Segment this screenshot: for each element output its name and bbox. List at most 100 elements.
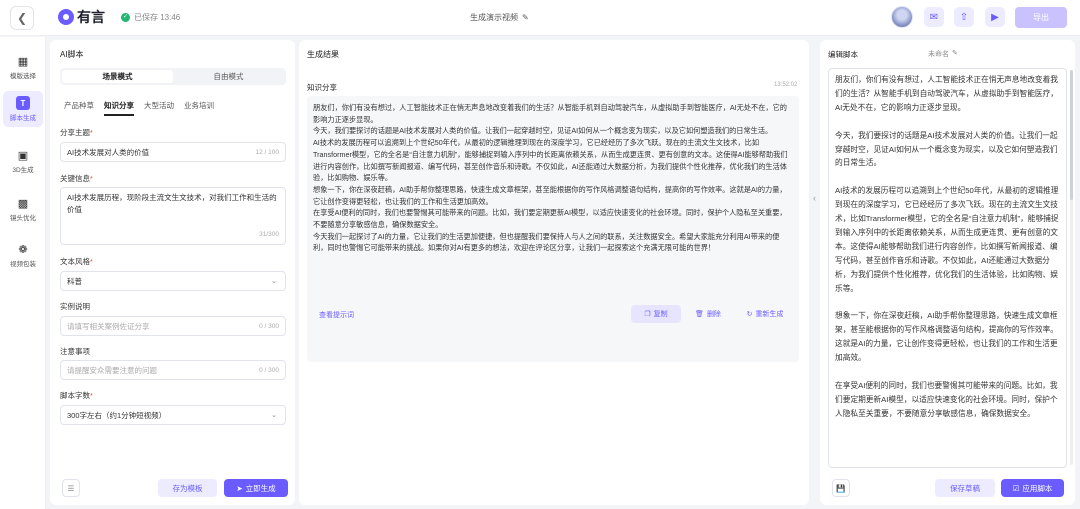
check-square-icon: ☑ [1012, 483, 1020, 493]
save-status-text: 已保存 13:46 [134, 13, 181, 22]
tab-product[interactable]: 产品种草 [64, 100, 94, 116]
mail-icon[interactable]: ✉ [924, 7, 944, 27]
edit-icon[interactable]: ✎ [952, 49, 958, 59]
doc-title[interactable]: 生成演示视频 ✎ [470, 12, 529, 23]
scrollbar-thumb[interactable] [1070, 70, 1073, 200]
editor-paragraph: 今天，我们要探讨的话题是AI技术发展对人类的价值。让我们一起穿越时空，见证AI如… [835, 130, 1058, 168]
editor-paragraph: 朋友们，你们有没有想过，人工智能技术正在悄无声息地改变着我们的生活？从智能手机到… [835, 75, 1058, 112]
topic-label: 分享主题* [60, 128, 93, 137]
char-counter: 12 / 100 [255, 148, 280, 156]
style-label: 文本风格* [60, 257, 93, 266]
sidebar-item-label: 镜头优化 [10, 215, 36, 222]
style-select[interactable]: 科普 ⌄ [60, 271, 286, 291]
editor-paragraph: 想象一下，你在深夜赶稿，AI助手帮你整理思路，快速生成文章框架，甚至能根据你的写… [835, 311, 1058, 363]
copy-button[interactable]: ❐ 复制 [631, 305, 681, 323]
export-doc-button[interactable]: 💾 [832, 479, 850, 497]
apply-script-button[interactable]: ☑ 应用脚本 [1001, 479, 1064, 497]
top-bar: ❮ 有言 ✓ 已保存 13:46 生成演示视频 ✎ ✉ ⇧ ▶ 导出 [0, 0, 1080, 36]
chevron-left-icon: ❮ [16, 11, 28, 25]
notes-placeholder: 请提醒安众需要注意的问题 [67, 365, 157, 375]
editor-panel: 编辑脚本 未命名 ✎ 朋友们，你们有没有想过，人工智能技术正在悄无声息地改变着我… [820, 40, 1075, 505]
chevron-left-icon: ‹ [813, 193, 816, 203]
sidebar-item-template[interactable]: ▦ 模版选择 [3, 49, 43, 85]
result-card-title: 知识分享 [307, 83, 337, 92]
panel-title: 编辑脚本 [828, 50, 858, 59]
char-counter: 0 / 300 [259, 366, 279, 374]
copy-label: 复制 [653, 311, 668, 318]
topic-input[interactable]: AI技术发展对人类的价值 12 / 100 [60, 142, 286, 162]
chevron-down-icon: ⌄ [271, 278, 277, 285]
style-value: 科普 [67, 276, 82, 286]
tab-knowledge[interactable]: 知识分享 [104, 100, 134, 116]
sidebar: ▦ 模版选择 T 脚本生成 ▣ 3D生成 ▩ 镜头优化 ❁ 视频包装 [0, 37, 46, 509]
notes-input[interactable]: 请提醒安众需要注意的问题 0 / 300 [60, 360, 286, 380]
regenerate-button[interactable]: ↻ 重新生成 [739, 305, 791, 323]
result-paragraph: AI技术的发展历程可以追溯到上个世纪50年代，从最初的逻辑推理到现在的深度学习，… [313, 138, 788, 183]
mode-free[interactable]: 自由模式 [173, 70, 284, 83]
history-button[interactable]: ☰ [62, 479, 80, 497]
script-editor[interactable]: 朋友们，你们有没有想过，人工智能技术正在悄无声息地改变着我们的生活？从智能手机到… [828, 68, 1067, 468]
result-paragraph: 今天，我们要探讨的话题是AI技术发展对人类的价值。让我们一起穿越时空，见证AI如… [313, 126, 773, 136]
save-draft-button[interactable]: 保存草稿 [935, 479, 995, 497]
sidebar-item-packaging[interactable]: ❁ 视频包装 [3, 237, 43, 273]
film-icon: ❁ [18, 243, 28, 256]
sidebar-item-label: 模版选择 [10, 73, 36, 80]
wordcount-label: 脚本字数* [60, 391, 93, 400]
wordcount-value: 300字左右（约1分钟短视频） [67, 410, 167, 420]
sidebar-item-camera[interactable]: ▩ 镜头优化 [3, 191, 43, 227]
delete-button[interactable]: 🗑 删除 [691, 305, 725, 323]
wordcount-select[interactable]: 300字左右（约1分钟短视频） ⌄ [60, 405, 286, 425]
result-paragraph: 朋友们，你们有没有想过，人工智能技术正在悄无声息地改变着我们的生活？从智能手机到… [313, 103, 787, 124]
char-counter: 31/300 [259, 231, 279, 238]
mode-scene[interactable]: 场景模式 [62, 70, 173, 83]
logo: 有言 [58, 7, 105, 27]
doc-title-text: 生成演示视频 [470, 13, 518, 22]
result-paragraph: 在享受AI便利的同时，我们也要警惕其可能带来的问题。比如，我们要定期更新AI模型… [313, 208, 787, 230]
collapse-handle[interactable]: ‹ [809, 188, 820, 208]
sidebar-item-label: 视频包装 [10, 261, 36, 268]
example-label: 实例说明 [60, 302, 90, 311]
regenerate-label: 重新生成 [755, 311, 784, 318]
list-icon: ☰ [67, 483, 75, 493]
sidebar-item-script[interactable]: T 脚本生成 [3, 91, 43, 127]
panel-title: AI脚本 [60, 50, 84, 59]
apply-label: 应用脚本 [1022, 483, 1053, 493]
editor-scrollbar[interactable] [1070, 70, 1073, 465]
export-button[interactable]: 导出 [1015, 7, 1067, 28]
result-paragraph: 想象一下，你在深夜赶稿，AI助手帮你整理思路，快速生成文章框架，甚至能根据你的写… [313, 184, 787, 206]
save-icon: 💾 [836, 483, 846, 493]
back-button[interactable]: ❮ [10, 6, 34, 30]
keywords-textarea[interactable]: AI技术发展历程，现阶段主流文生文技术，对我们工作和生活的价值 31/300 [60, 187, 286, 245]
video-icon[interactable]: ▶ [985, 7, 1005, 27]
sidebar-item-label: 3D生成 [12, 167, 34, 174]
script-name[interactable]: 未命名 ✎ [928, 49, 958, 59]
save-template-button[interactable]: 存为模板 [158, 479, 217, 497]
edit-icon[interactable]: ✎ [522, 13, 529, 22]
delete-label: 删除 [706, 311, 721, 318]
generate-button[interactable]: ➤ 立即生成 [224, 479, 288, 497]
char-counter: 0 / 300 [259, 322, 279, 330]
grid-icon: ▦ [17, 55, 29, 68]
send-icon: ➤ [236, 483, 243, 493]
chevron-down-icon: ⌄ [271, 412, 277, 419]
share-icon[interactable]: ⇧ [954, 7, 974, 27]
mode-switch: 场景模式 自由模式 [60, 68, 286, 85]
text-icon: T [16, 96, 30, 110]
topic-value: AI技术发展对人类的价值 [67, 147, 150, 157]
copy-icon: ❐ [644, 311, 651, 318]
result-card-time: 13:52:02 [774, 82, 798, 88]
keywords-label: 关键信息* [60, 174, 93, 183]
editor-paragraph: AI技术的发展历程可以追溯到上个世纪50年代，从最初的逻辑推理到现在的深度学习，… [835, 186, 1059, 293]
keywords-value: AI技术发展历程，现阶段主流文生文技术，对我们工作和生活的价值 [67, 193, 277, 214]
view-prompt-link[interactable]: 查看提示词 [319, 310, 354, 320]
example-input[interactable]: 请填写相关案例佐证分享 0 / 300 [60, 316, 286, 336]
check-icon: ✓ [121, 13, 130, 22]
tab-training[interactable]: 业务培训 [184, 100, 214, 116]
result-card: 朋友们，你们有没有想过，人工智能技术正在悄无声息地改变着我们的生活？从智能手机到… [307, 96, 799, 362]
logo-icon [58, 9, 74, 25]
tab-event[interactable]: 大型活动 [144, 100, 174, 116]
logo-text: 有言 [77, 9, 105, 25]
ai-script-panel: AI脚本 场景模式 自由模式 产品种草 知识分享 大型活动 业务培训 分享主题*… [50, 40, 295, 505]
sidebar-item-3d[interactable]: ▣ 3D生成 [3, 143, 43, 179]
avatar[interactable] [891, 6, 913, 28]
